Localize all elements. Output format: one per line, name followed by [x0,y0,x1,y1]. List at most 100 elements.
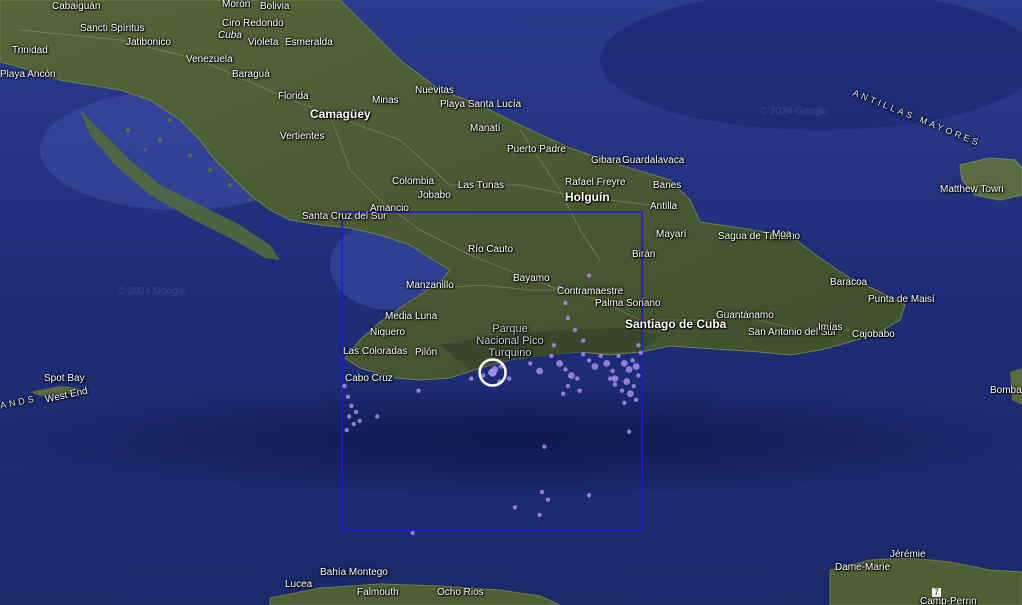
earthquake-marker[interactable] [469,376,474,381]
earthquake-marker[interactable] [581,338,586,343]
earthquake-marker[interactable] [630,358,635,363]
earthquake-marker[interactable] [536,367,543,375]
earthquake-marker[interactable] [626,390,634,398]
earthquake-marker[interactable] [586,358,592,363]
place-label-violeta: Violeta [248,37,279,48]
satellite-map[interactable]: © 2024 Google © 2024 Google Cabaiguán Mor… [0,0,1022,605]
earthquake-marker[interactable] [591,363,599,370]
earthquake-marker[interactable] [542,444,547,449]
place-label-parque: Parque Nacional Pico Turquino [476,323,544,360]
place-label-guantanamo: Guantánamo [716,310,774,321]
earthquake-marker[interactable] [539,489,545,495]
place-label-medialuna: Media Luna [385,311,438,322]
place-label-minas: Minas [372,95,399,106]
place-label-trinidad: Trinidad [12,45,48,56]
place-label-esmeralda: Esmeralda [285,37,333,48]
earthquake-marker[interactable] [581,352,586,357]
place-label-playasanta: Playa Santa Lucía [440,99,522,110]
place-label-moa: Moa [772,229,792,240]
place-label-imias: Imías [818,322,843,333]
place-label-antilla: Antilla [650,201,678,212]
earthquake-marker[interactable] [512,505,518,510]
earthquake-marker[interactable] [568,372,575,379]
earthquake-marker[interactable] [565,315,571,321]
earthquake-marker[interactable] [619,388,625,393]
earthquake-marker[interactable] [603,360,611,367]
earthquake-marker[interactable] [633,397,639,402]
place-label-baragua: Baraguá [232,69,270,80]
earthquake-marker[interactable] [346,414,352,419]
place-label-ochorios: Ocho Rios [437,587,484,598]
earthquake-marker[interactable] [537,512,542,518]
earthquake-marker[interactable] [611,375,619,382]
place-label-cabocruz: Cabo Cruz [345,373,393,384]
earthquake-marker[interactable] [410,530,415,536]
earthquake-marker[interactable] [577,388,582,393]
earthquake-marker[interactable] [545,497,551,502]
place-label-cabaiguan: Cabaiguán [52,1,101,12]
earthquake-marker[interactable] [528,361,533,366]
earthquake-marker[interactable] [625,366,633,373]
place-label-venezuela: Venezuela [186,54,233,65]
earthquake-marker[interactable] [586,273,592,278]
place-label-guardalavaca: Guardalavaca [622,155,685,166]
place-label-florida: Florida [278,91,309,102]
place-label-damemarie: Dame-Marie [835,562,891,573]
earthquake-marker[interactable] [551,343,556,348]
earthquake-marker[interactable] [623,378,631,385]
earthquake-marker[interactable] [636,373,641,378]
place-label-gibara: Gibara [591,155,622,166]
earthquake-marker[interactable] [610,368,615,374]
place-label-jeremie: Jérémie [890,549,926,560]
place-label-baracoa: Baracoa [830,277,868,288]
earthquake-marker[interactable] [353,409,359,415]
place-label-bayamo: Bayamo [513,273,550,284]
earthquake-marker[interactable] [632,363,640,370]
place-label-falmouth: Falmouth [357,587,399,598]
earthquake-marker[interactable] [563,367,568,372]
place-label-puertopadre: Puerto Padre [507,144,566,155]
earthquake-marker[interactable] [345,394,351,399]
earthquake-marker[interactable] [342,383,347,389]
earthquake-marker[interactable] [575,376,580,381]
earthquake-marker[interactable] [626,429,632,434]
selected-earthquake-marker[interactable] [488,368,497,377]
place-label-moron: Morón [222,0,251,10]
place-label-colombia: Colombia [392,176,435,187]
earthquake-marker[interactable] [572,327,578,333]
earthquake-marker[interactable] [375,414,380,419]
place-label-lastunas: Las Tunas [458,180,505,191]
earthquake-marker[interactable] [563,300,568,306]
earthquake-marker[interactable] [357,418,362,424]
place-label-riocauto: Río Cauto [468,244,514,255]
earthquake-marker[interactable] [561,391,566,396]
place-label-santiago: Santiago de Cuba [625,317,727,331]
place-label-lucea: Lucea [285,579,313,590]
place-label-cuba: Cuba [218,30,242,41]
earthquake-marker[interactable] [598,353,603,359]
earthquake-marker[interactable] [631,383,636,389]
place-label-lascoloradas: Las Coloradas [343,346,408,357]
cayman-trench [0,380,1022,500]
place-label-campperrin: Camp-Perrin [920,596,977,605]
earthquake-marker[interactable] [621,360,628,367]
earthquake-marker[interactable] [565,383,571,389]
earthquake-marker[interactable] [351,421,356,427]
place-label-nuevitas: Nuevitas [415,85,454,96]
google-watermark-2: © 2024 Google [760,106,828,117]
earthquake-marker[interactable] [638,350,643,355]
earthquake-marker[interactable] [506,376,512,381]
earthquake-marker[interactable] [349,403,354,408]
place-label-biran: Birán [632,249,656,260]
place-label-contramaestre: Contramaestre [557,286,624,297]
google-watermark: © 2024 Google [118,286,186,297]
earthquake-marker[interactable] [622,400,627,405]
earthquake-marker[interactable] [416,388,421,393]
earthquake-marker[interactable] [616,353,621,359]
earthquake-marker[interactable] [586,493,592,498]
earthquake-marker[interactable] [556,360,563,367]
earthquake-marker[interactable] [636,343,641,348]
place-label-santacruz: Santa Cruz del Sur [302,211,387,222]
earthquake-marker[interactable] [612,382,618,387]
earthquake-marker[interactable] [344,427,349,433]
